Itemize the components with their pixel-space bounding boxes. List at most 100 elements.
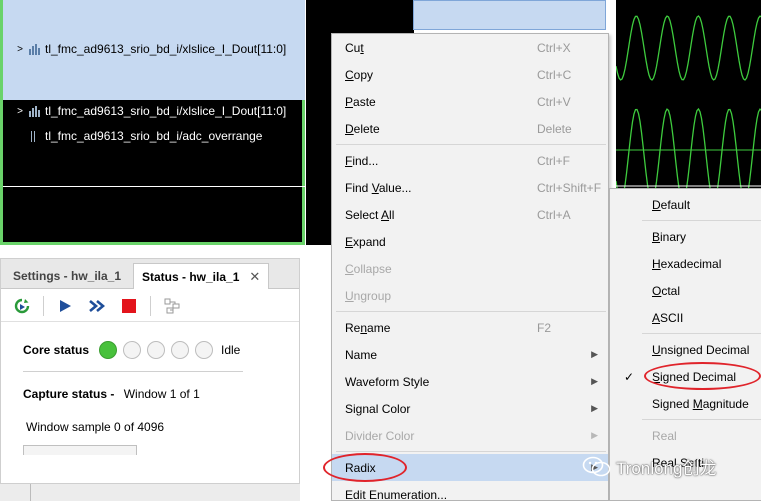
menu-item-label: Name <box>345 347 378 362</box>
menu-item-label: Collapse <box>345 261 392 276</box>
menu-item-find-value[interactable]: Find Value... Ctrl+Shift+F <box>332 174 608 201</box>
bottom-tab-strip <box>0 483 300 501</box>
radix-item-default[interactable]: Default <box>610 191 761 218</box>
radix-item-label: Octal <box>652 283 681 298</box>
waveform-name-panel: > tl_fmc_ad9613_srio_bd_i/xlslice_I_Dout… <box>0 0 305 245</box>
signal-trace <box>616 15 761 81</box>
signal-row[interactable]: > tl_fmc_ad9613_srio_bd_i/xlslice_I_Dout… <box>15 101 286 121</box>
radix-item-signed-decimal[interactable]: ✓ Signed Decimal <box>610 363 761 390</box>
panel-tab-bar: Settings - hw_ila_1 Status - hw_ila_1 ✕ <box>1 259 299 289</box>
menu-item-shortcut: Ctrl+Shift+F <box>537 180 602 195</box>
menu-item-label: Waveform Style <box>345 374 430 389</box>
menu-item-collapse: Collapse <box>332 255 608 282</box>
menu-item-waveform-style[interactable]: Waveform Style ▶ <box>332 368 608 395</box>
layout-icon[interactable] <box>161 295 183 317</box>
menu-item-delete[interactable]: Delete Delete <box>332 115 608 142</box>
watermark: Tronlong创龙 <box>582 454 716 479</box>
menu-item-shortcut: F2 <box>537 320 552 335</box>
strip-divider <box>30 484 31 501</box>
signal-row[interactable]: > tl_fmc_ad9613_srio_bd_i/xlslice_I_Dout… <box>15 39 286 59</box>
menu-item-cut[interactable]: Cut Ctrl+X <box>332 34 608 61</box>
menu-item-label: Edit Enumeration... <box>345 487 448 501</box>
menu-item-name[interactable]: Name ▶ <box>332 341 608 368</box>
menu-item-shortcut: Delete <box>537 121 572 136</box>
menu-item-label: Find... <box>345 153 379 168</box>
tab-label: Settings - hw_ila_1 <box>13 269 122 283</box>
menu-separator <box>642 419 761 420</box>
menu-item-shortcut: Ctrl+V <box>537 94 571 109</box>
expand-icon[interactable]: > <box>15 106 25 117</box>
wechat-icon <box>582 456 611 476</box>
selected-value-cell[interactable] <box>413 0 606 30</box>
menu-item-copy[interactable]: Copy Ctrl+C <box>332 61 608 88</box>
radix-item-binary[interactable]: Binary <box>610 223 761 250</box>
menu-item-label: Radix <box>345 460 376 475</box>
radix-item-ascii[interactable]: ASCII <box>610 304 761 331</box>
divider-line <box>3 186 305 187</box>
menu-item-signal-color[interactable]: Signal Color ▶ <box>332 395 608 422</box>
menu-item-radix[interactable]: Radix ▶ <box>332 454 608 481</box>
stop-icon[interactable] <box>118 295 140 317</box>
radix-item-label: ASCII <box>652 310 684 325</box>
capture-status-label: Capture status - <box>23 387 115 401</box>
run-icon[interactable] <box>54 295 76 317</box>
menu-separator <box>336 451 606 452</box>
menu-item-paste[interactable]: Paste Ctrl+V <box>332 88 608 115</box>
menu-item-edit-enumeration[interactable]: Edit Enumeration... <box>332 481 608 501</box>
close-icon[interactable]: ✕ <box>249 269 260 285</box>
core-status-row: Core status Idle <box>23 341 240 359</box>
window-sample-text: Window sample 0 of 4096 <box>26 420 165 434</box>
signal-row[interactable]: tl_fmc_ad9613_srio_bd_i/adc_overrange <box>15 126 262 146</box>
radix-item-label: Binary <box>652 229 687 244</box>
menu-item-label: Find Value... <box>345 180 412 195</box>
radix-item-label: Real <box>652 428 677 443</box>
ila-status-panel: Settings - hw_ila_1 Status - hw_ila_1 ✕ … <box>0 258 300 501</box>
submenu-arrow-icon: ▶ <box>591 349 598 359</box>
menu-item-ungroup: Ungroup <box>332 282 608 309</box>
status-led-icon <box>147 341 165 359</box>
capture-status-row: Capture status - Window 1 of 1 <box>23 387 200 401</box>
radix-item-label: Signed Decimal <box>652 369 737 384</box>
radix-item-unsigned-decimal[interactable]: Unsigned Decimal <box>610 336 761 363</box>
expand-icon[interactable]: > <box>15 44 25 55</box>
status-led-icon <box>99 341 117 359</box>
menu-item-shortcut: Ctrl+F <box>537 153 570 168</box>
tab-settings[interactable]: Settings - hw_ila_1 <box>5 263 129 289</box>
submenu-arrow-icon: ▶ <box>591 403 598 413</box>
radix-item-label: Hexadecimal <box>652 256 722 271</box>
menu-item-expand[interactable]: Expand <box>332 228 608 255</box>
radix-item-octal[interactable]: Octal <box>610 277 761 304</box>
menu-item-label: Signal Color <box>345 401 411 416</box>
menu-separator <box>642 333 761 334</box>
menu-item-label: Delete <box>345 121 380 136</box>
menu-item-shortcut: Ctrl+C <box>537 67 572 82</box>
radix-item-real: Real <box>610 422 761 449</box>
menu-item-divider-color: Divider Color ▶ <box>332 422 608 449</box>
run-trigger-immediate-icon[interactable] <box>11 295 33 317</box>
core-status-label: Core status <box>23 343 90 357</box>
bus-signal-icon <box>29 43 41 55</box>
status-divider <box>23 371 243 372</box>
status-led-icon <box>195 341 213 359</box>
tab-status[interactable]: Status - hw_ila_1 ✕ <box>133 263 270 289</box>
menu-item-label: Rename <box>345 320 391 335</box>
menu-item-label: Copy <box>345 67 374 82</box>
signal-name: tl_fmc_ad9613_srio_bd_i/xlslice_I_Dout[1… <box>45 104 287 118</box>
status-led-icon <box>171 341 189 359</box>
context-menu: Cut Ctrl+X Copy Ctrl+C Paste Ctrl+V Delete Dele… <box>331 33 609 501</box>
radix-item-hexadecimal[interactable]: Hexadecimal <box>610 250 761 277</box>
menu-item-rename[interactable]: Rename F2 <box>332 314 608 341</box>
menu-item-shortcut: Ctrl+X <box>537 40 571 55</box>
core-status-value: Idle <box>221 343 241 357</box>
tab-label: Status - hw_ila_1 <box>142 269 240 284</box>
trigger-progress-box <box>23 445 137 455</box>
toolbar-separator <box>150 295 151 316</box>
menu-separator <box>336 144 606 145</box>
menu-item-select-all[interactable]: Select All Ctrl+A <box>332 201 608 228</box>
menu-item-find[interactable]: Find... Ctrl+F <box>332 147 608 174</box>
radix-item-signed-magnitude[interactable]: Signed Magnitude <box>610 390 761 417</box>
menu-item-label: Ungroup <box>345 288 392 303</box>
menu-item-shortcut: Ctrl+A <box>537 207 571 222</box>
checkmark-icon: ✓ <box>624 369 635 384</box>
run-continuous-icon[interactable] <box>86 295 108 317</box>
